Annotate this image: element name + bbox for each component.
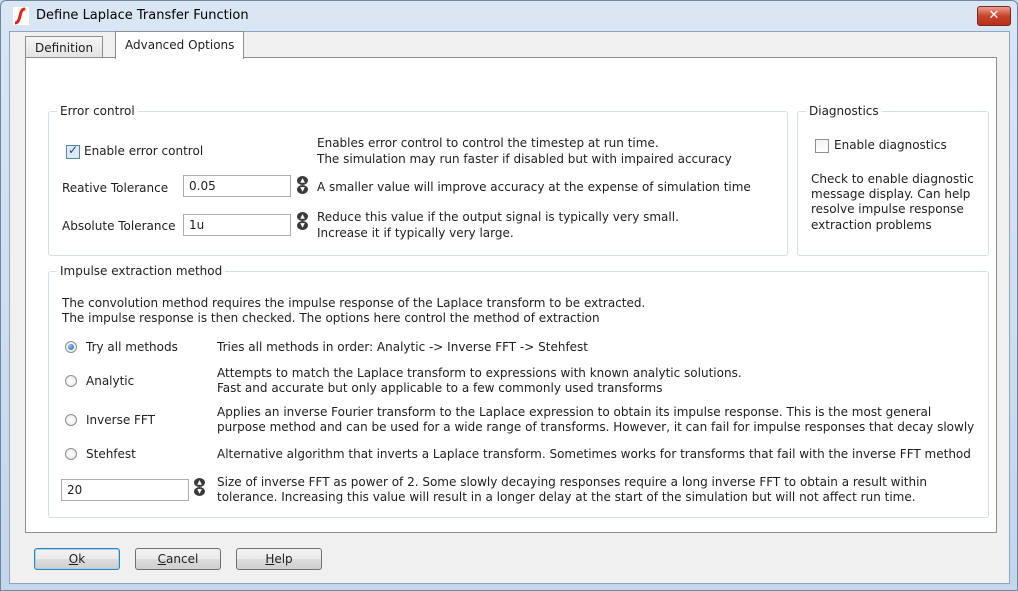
inverse-fft-desc-1: Applies an inverse Fourier transform to … <box>217 405 932 419</box>
help-label: elp <box>274 552 293 566</box>
relative-tolerance-desc: A smaller value will improve accuracy at… <box>317 180 751 194</box>
ok-label: k <box>78 552 86 566</box>
analytic-desc-2: Fast and accurate but only applicable to… <box>217 381 663 395</box>
app-logo-icon <box>13 7 29 25</box>
diagnostics-desc-2: message display. Can help <box>811 187 971 201</box>
diagnostics-group-label: Diagnostics <box>806 104 882 118</box>
cancel-mnemonic: C <box>157 552 167 566</box>
ok-mnemonic: O <box>68 552 79 566</box>
title-bar[interactable]: Define Laplace Transfer Function ✕ <box>1 1 1017 31</box>
enable-diagnostics-checkbox[interactable] <box>815 139 829 153</box>
spin-down-icon[interactable]: ▼ <box>297 221 308 230</box>
inverse-fft-radio[interactable] <box>65 414 77 426</box>
absolute-tolerance-label: Absolute Tolerance <box>62 219 176 233</box>
fft-size-spinner[interactable]: ▲ ▼ <box>194 478 205 496</box>
stehfest-radio[interactable] <box>65 448 77 460</box>
try-all-methods-desc: Tries all methods in order: Analytic -> … <box>217 340 589 354</box>
fft-size-desc-2: tolerance. Increasing this value will re… <box>217 490 916 504</box>
diagnostics-desc-1: Check to enable diagnostic <box>811 172 974 186</box>
enable-error-control-label[interactable]: Enable error control <box>84 144 203 158</box>
analytic-label[interactable]: Analytic <box>86 374 134 388</box>
cancel-button[interactable]: Cancel <box>135 548 221 570</box>
help-button[interactable]: Help <box>236 548 322 570</box>
inverse-fft-desc-2: purpose method and can be used for a wid… <box>217 420 975 434</box>
diagnostics-desc-4: extraction problems <box>811 218 932 232</box>
absolute-tolerance-spinner[interactable]: ▲ ▼ <box>297 212 308 230</box>
analytic-desc-1: Attempts to match the Laplace transform … <box>217 366 742 380</box>
error-control-desc-1: Enables error control to control the tim… <box>317 136 659 150</box>
spin-down-icon[interactable]: ▼ <box>297 185 308 194</box>
stehfest-label[interactable]: Stehfest <box>86 447 136 461</box>
cancel-label: ancel <box>166 552 199 566</box>
error-control-group-label: Error control <box>57 104 138 118</box>
window-title: Define Laplace Transfer Function <box>36 8 249 23</box>
tab-definition[interactable]: Definition <box>25 36 104 59</box>
absolute-tolerance-desc-1: Reduce this value if the output signal i… <box>317 210 679 224</box>
stehfest-desc: Alternative algorithm that inverts a Lap… <box>217 447 971 461</box>
close-button[interactable]: ✕ <box>977 6 1011 26</box>
spin-up-icon[interactable]: ▲ <box>194 478 205 487</box>
fft-size-input[interactable]: 20 <box>61 479 189 501</box>
spin-up-icon[interactable]: ▲ <box>297 176 308 185</box>
impulse-extraction-group-label: Impulse extraction method <box>57 264 226 278</box>
spin-up-icon[interactable]: ▲ <box>297 212 308 221</box>
impulse-intro-2: The impulse response is then checked. Th… <box>62 311 600 325</box>
impulse-intro-1: The convolution method requires the impu… <box>62 296 646 310</box>
error-control-desc-2: The simulation may run faster if disable… <box>317 152 732 166</box>
help-mnemonic: H <box>265 552 275 566</box>
checkmark-icon: ✓ <box>68 143 79 157</box>
spin-down-icon[interactable]: ▼ <box>194 487 205 496</box>
enable-error-control-checkbox[interactable]: ✓ <box>66 143 80 159</box>
relative-tolerance-label: Reative Tolerance <box>62 181 169 195</box>
try-all-methods-radio[interactable] <box>65 341 77 353</box>
try-all-methods-label[interactable]: Try all methods <box>86 340 178 354</box>
relative-tolerance-input[interactable]: 0.05 <box>183 175 291 197</box>
absolute-tolerance-desc-2: Increase it if typically very large. <box>317 226 514 240</box>
tab-advanced-options[interactable]: Advanced Options <box>115 31 245 59</box>
relative-tolerance-spinner[interactable]: ▲ ▼ <box>297 176 308 194</box>
enable-diagnostics-label[interactable]: Enable diagnostics <box>834 138 947 152</box>
inverse-fft-label[interactable]: Inverse FFT <box>86 413 155 427</box>
ok-button[interactable]: Ok <box>34 548 120 570</box>
diagnostics-desc-3: resolve impulse response <box>811 202 964 216</box>
absolute-tolerance-input[interactable]: 1u <box>183 214 291 236</box>
fft-size-desc-1: Size of inverse FFT as power of 2. Some … <box>217 475 928 489</box>
analytic-radio[interactable] <box>65 375 77 387</box>
